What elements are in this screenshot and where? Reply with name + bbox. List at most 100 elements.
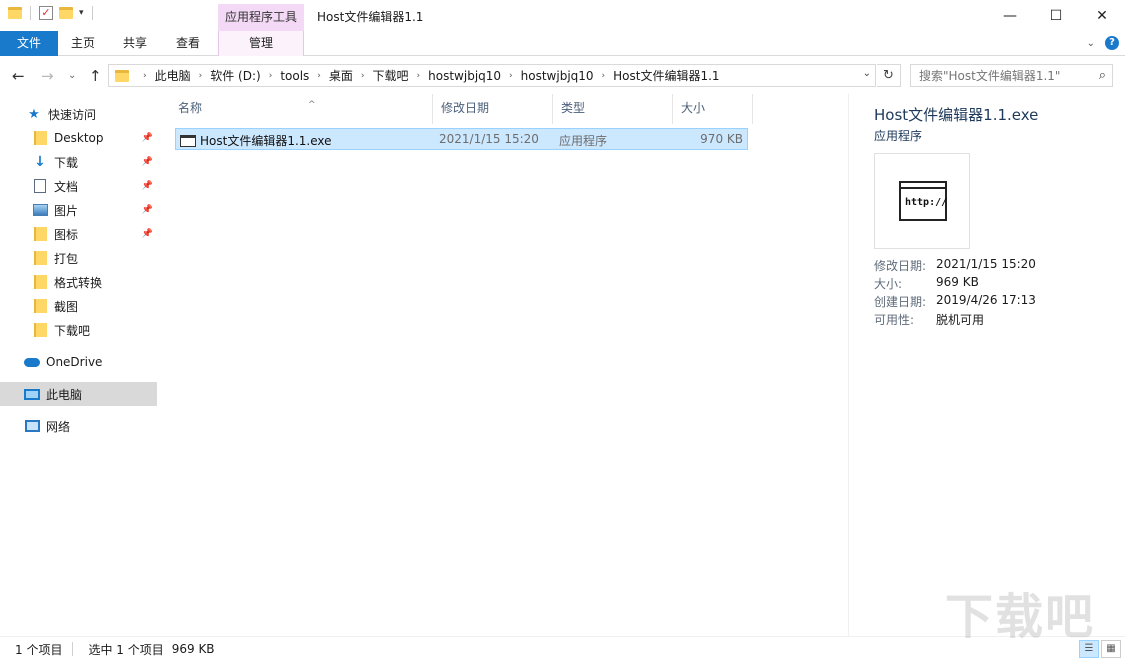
preview-thumbnail: http:// [874, 153, 970, 249]
address-history-chevron-icon[interactable]: ⌄ [863, 68, 871, 79]
breadcrumb-chevron-icon[interactable]: › [199, 71, 203, 81]
breadcrumb-chevron-icon[interactable]: › [361, 71, 365, 81]
breadcrumb-xiazaiba[interactable]: 下载吧 [373, 67, 409, 84]
sidebar-item-documents[interactable]: 文档 📌 [0, 174, 157, 198]
executable-icon [180, 134, 196, 147]
sidebar-item-label: 图标 [54, 227, 79, 242]
window-title: Host文件编辑器1.1 [317, 10, 424, 24]
sidebar-item-xiazaiba[interactable]: 下载吧 [0, 318, 157, 342]
column-header-label: 名称 [178, 101, 203, 115]
tab-home[interactable]: 主页 [60, 31, 106, 56]
column-header-type[interactable]: 类型 [553, 94, 673, 124]
sidebar-item-this-pc[interactable]: 此电脑 [0, 382, 157, 406]
back-arrow-icon[interactable]: ← [12, 67, 25, 85]
sidebar-item-label: OneDrive [46, 355, 103, 369]
tab-manage[interactable]: 管理 [218, 31, 304, 56]
sidebar-item-label: 快速访问 [48, 107, 97, 122]
large-icons-view-icon[interactable]: ▦ [1101, 640, 1121, 658]
help-icon[interactable]: ? [1105, 36, 1119, 50]
property-value: 969 KB [936, 275, 979, 289]
property-key: 创建日期: [874, 295, 927, 309]
ribbon-right-controls: ⌄ ? [1087, 36, 1119, 50]
maximize-button[interactable]: ☐ [1033, 0, 1079, 31]
sidebar-item-onedrive[interactable]: OneDrive [0, 350, 157, 374]
sidebar-item-icons[interactable]: 图标 📌 [0, 222, 157, 246]
folder-icon [8, 7, 22, 19]
properties-icon[interactable]: ✓ [39, 6, 53, 20]
breadcrumb-chevron-icon[interactable]: › [317, 71, 321, 81]
sidebar-item-label: 下载吧 [54, 323, 91, 338]
pictures-icon [32, 202, 48, 218]
star-icon: ★ [28, 106, 40, 122]
expand-ribbon-chevron-icon[interactable]: ⌄ [1087, 38, 1095, 49]
property-value: 2019/4/26 17:13 [936, 293, 1036, 307]
download-icon: ↓ [34, 154, 46, 170]
breadcrumb-desktop[interactable]: 桌面 [329, 67, 353, 84]
navigation-bar: ← → ⌄ ↑ › 此电脑 › 软件 (D:) › tools › 桌面 › 下… [0, 56, 1125, 94]
breadcrumb-tools[interactable]: tools [280, 69, 309, 83]
forward-arrow-icon[interactable]: → [41, 67, 54, 85]
breadcrumb-hostwjbjq10[interactable]: hostwjbjq10 [428, 69, 501, 83]
pin-icon[interactable]: 📌 [142, 229, 153, 239]
breadcrumb-chevron-icon[interactable]: › [269, 71, 273, 81]
breadcrumb-hostwjbjq10-inner[interactable]: hostwjbjq10 [521, 69, 594, 83]
folder-icon [32, 226, 48, 242]
minimize-button[interactable]: — [987, 0, 1033, 31]
column-header-date[interactable]: 修改日期 [433, 94, 553, 124]
tab-file[interactable]: 文件 [0, 31, 58, 56]
watermark-logo: 下载吧 [944, 589, 1095, 645]
column-header-name[interactable]: 名称 ^ [170, 94, 433, 124]
customize-toolbar-chevron-icon[interactable]: ▾ [79, 8, 84, 18]
folder-icon [32, 250, 48, 266]
sidebar-item-network[interactable]: 网络 [0, 414, 157, 438]
breadcrumb-current-folder[interactable]: Host文件编辑器1.1 [613, 67, 719, 84]
close-button[interactable]: ✕ [1079, 0, 1125, 31]
breadcrumb-chevron-icon[interactable]: › [602, 71, 606, 81]
sidebar-item-format-conversion[interactable]: 格式转换 [0, 270, 157, 294]
preview-title: Host文件编辑器1.1.exe [874, 106, 1039, 124]
preview-properties: 修改日期: 2021/1/15 15:20 大小: 969 KB 创建日期: 2… [874, 257, 1036, 329]
sidebar-item-packaging[interactable]: 打包 [0, 246, 157, 270]
details-pane: Host文件编辑器1.1.exe 应用程序 http:// 修改日期: 2021… [848, 94, 1125, 636]
sidebar-item-downloads[interactable]: ↓ 下载 📌 [0, 150, 157, 174]
recent-locations-chevron-icon[interactable]: ⌄ [68, 70, 76, 81]
property-row: 修改日期: 2021/1/15 15:20 [874, 257, 1036, 275]
tab-share[interactable]: 共享 [112, 31, 158, 56]
up-arrow-icon[interactable]: ↑ [89, 67, 102, 85]
property-row: 创建日期: 2019/4/26 17:13 [874, 293, 1036, 311]
tab-view[interactable]: 查看 [165, 31, 211, 56]
pin-icon[interactable]: 📌 [142, 181, 153, 191]
breadcrumb-chevron-icon[interactable]: › [143, 71, 147, 81]
refresh-button[interactable]: ↻ [877, 64, 901, 87]
sidebar-item-label: 下载 [54, 155, 79, 170]
folder-icon [32, 298, 48, 314]
folder-icon [32, 274, 48, 290]
property-key: 可用性: [874, 313, 915, 327]
property-value: 2021/1/15 15:20 [936, 257, 1036, 271]
quick-access-toolbar: ✓ ▾ [8, 6, 95, 20]
breadcrumb-chevron-icon[interactable]: › [417, 71, 421, 81]
search-box[interactable]: ⌕ [910, 64, 1113, 87]
breadcrumb-this-pc[interactable]: 此电脑 [155, 67, 191, 84]
pin-icon[interactable]: 📌 [142, 157, 153, 167]
sidebar-item-quick-access[interactable]: ★ 快速访问 [0, 102, 157, 126]
pin-icon[interactable]: 📌 [142, 133, 153, 143]
sidebar-item-screenshots[interactable]: 截图 [0, 294, 157, 318]
pin-icon[interactable]: 📌 [142, 205, 153, 215]
sidebar-item-desktop[interactable]: Desktop 📌 [0, 126, 157, 150]
sidebar-item-label: Desktop [54, 131, 104, 145]
toolbar-separator [30, 6, 31, 20]
breadcrumb-drive-d[interactable]: 软件 (D:) [210, 67, 260, 84]
toolbar-separator [91, 6, 93, 20]
browser-window-icon: http:// [899, 181, 947, 221]
folder-icon [32, 130, 48, 146]
new-folder-icon[interactable] [59, 7, 73, 19]
search-input[interactable] [919, 68, 1089, 83]
sidebar-item-pictures[interactable]: 图片 📌 [0, 198, 157, 222]
address-bar[interactable]: › 此电脑 › 软件 (D:) › tools › 桌面 › 下载吧 › hos… [108, 64, 876, 87]
column-header-size[interactable]: 大小 [673, 94, 753, 124]
table-row[interactable]: Host文件编辑器1.1.exe 2021/1/15 15:20 应用程序 97… [175, 128, 748, 150]
search-icon[interactable]: ⌕ [1099, 68, 1106, 83]
breadcrumb-chevron-icon[interactable]: › [509, 71, 513, 81]
ribbon-tabs: 文件 主页 共享 查看 管理 ⌄ ? [0, 31, 1125, 56]
